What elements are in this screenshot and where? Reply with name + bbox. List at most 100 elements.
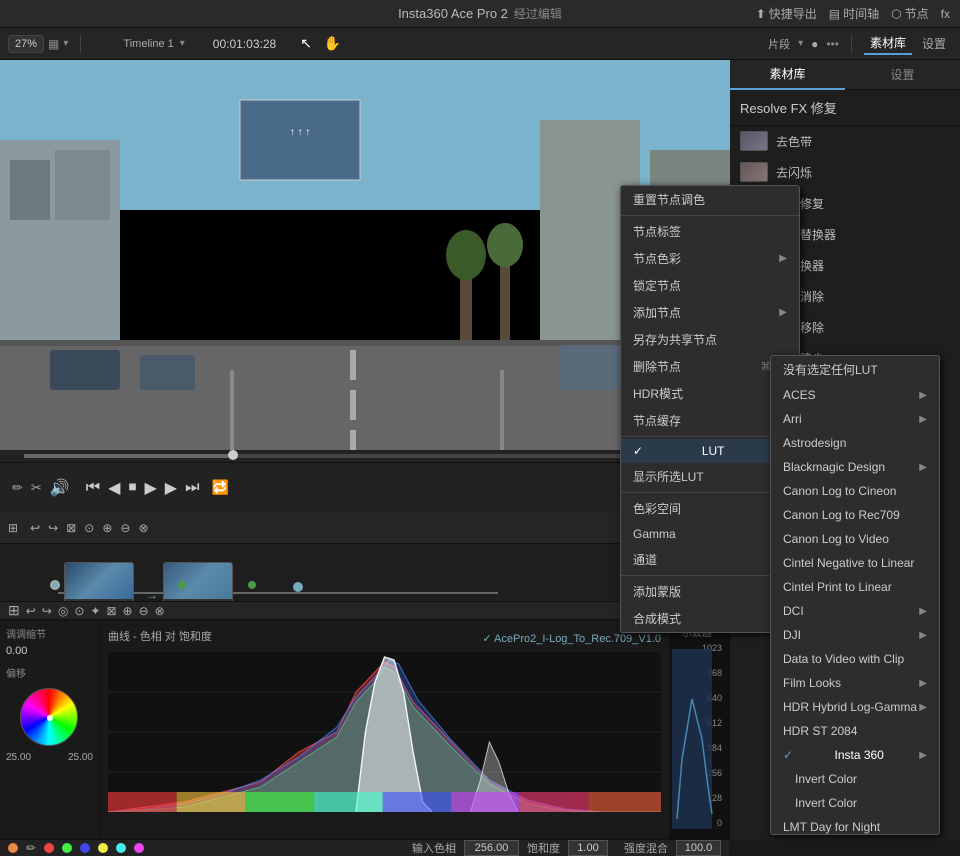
skip-back-icon[interactable]: ⏮ bbox=[86, 479, 100, 497]
color-tool-8[interactable]: ⊕ bbox=[123, 604, 133, 618]
export-button[interactable]: ⬆ 快捷导出 bbox=[756, 5, 817, 22]
fx-button[interactable]: fx bbox=[941, 7, 950, 21]
dot-red bbox=[44, 843, 54, 853]
stop-icon[interactable]: ⏹ bbox=[128, 479, 136, 497]
cm-node-label[interactable]: 节点标签 bbox=[621, 218, 799, 245]
node-tool-5[interactable]: ⊙ bbox=[84, 521, 94, 535]
waveform-scale: 1023 768 640 512 384 256 128 0 bbox=[672, 639, 727, 839]
tab-media-library[interactable]: 素材库 bbox=[730, 59, 845, 90]
color-tool-1[interactable]: ⊞ bbox=[8, 602, 20, 619]
color-wheel-container[interactable] bbox=[20, 688, 80, 748]
color-tool-7[interactable]: ⊠ bbox=[106, 604, 116, 618]
lut-hdr-st[interactable]: HDR ST 2084 bbox=[771, 719, 939, 743]
progress-track[interactable] bbox=[24, 454, 705, 458]
saturation-label: 饱和度 bbox=[527, 840, 560, 856]
color-tool-9[interactable]: ⊖ bbox=[139, 604, 149, 618]
lut-check-icon: ✓ bbox=[482, 633, 491, 645]
zoom-dropdown[interactable]: ▾ bbox=[63, 38, 68, 49]
node-input-dot bbox=[50, 580, 60, 590]
node-1[interactable]: 01 bbox=[64, 562, 134, 601]
audio-icon[interactable]: 🔊 bbox=[50, 478, 70, 498]
node-tool-1[interactable]: ⊞ bbox=[8, 521, 18, 535]
node-tool-8[interactable]: ⊗ bbox=[138, 521, 148, 535]
lut-aces[interactable]: ACES▶ bbox=[771, 383, 939, 407]
node-tool-7[interactable]: ⊖ bbox=[120, 521, 130, 535]
lut-lmt-day[interactable]: LMT Day for Night bbox=[771, 815, 939, 835]
fx-item-deflicker[interactable]: 去闪烁 bbox=[730, 157, 960, 188]
color-tool-2[interactable]: ↩ bbox=[26, 604, 36, 618]
histogram bbox=[108, 652, 661, 812]
node-arrow-1: → bbox=[146, 588, 158, 601]
cm-lock-node[interactable]: 锁定节点 bbox=[621, 272, 799, 299]
lut-canon-video[interactable]: Canon Log to Video bbox=[771, 527, 939, 551]
segment-dropdown[interactable]: ▾ bbox=[798, 38, 803, 49]
timeline-button[interactable]: ▤ 时间轴 bbox=[829, 5, 879, 22]
lut-dji[interactable]: DJI▶ bbox=[771, 623, 939, 647]
play-icon[interactable]: ▶ bbox=[144, 478, 156, 498]
lut-insta360[interactable]: Insta 360▶ bbox=[771, 743, 939, 767]
lut-checkbox[interactable]: ✓ AcePro2_I-Log_To_Rec.709_V1.0 bbox=[482, 632, 661, 645]
hand-tool[interactable]: ✋ bbox=[324, 35, 341, 52]
fx-item-deband[interactable]: 去色带 bbox=[730, 126, 960, 157]
saturation-value[interactable] bbox=[568, 840, 608, 856]
node-output-line bbox=[234, 592, 294, 594]
loop-icon[interactable]: 🔁 bbox=[212, 479, 229, 496]
node-tool-2[interactable]: ↩ bbox=[30, 521, 40, 535]
timeline-dropdown-icon[interactable]: ▾ bbox=[180, 38, 185, 49]
progress-thumb[interactable] bbox=[228, 450, 238, 460]
cm-save-shared[interactable]: 另存为共享节点 bbox=[621, 326, 799, 353]
color-tool-10[interactable]: ⊗ bbox=[155, 604, 165, 618]
lut-data-video[interactable]: Data to Video with Clip bbox=[771, 647, 939, 671]
tab-settings[interactable]: 设置 bbox=[916, 33, 952, 54]
lut-canon-rec709[interactable]: Canon Log to Rec709 bbox=[771, 503, 939, 527]
step-forward-icon[interactable]: ▶ bbox=[165, 478, 177, 498]
mix-value[interactable] bbox=[676, 840, 721, 856]
pencil-icon-2[interactable]: ✏ bbox=[26, 841, 36, 855]
lut-cintel-neg[interactable]: Cintel Negative to Linear bbox=[771, 551, 939, 575]
lut-astro[interactable]: Astrodesign bbox=[771, 431, 939, 455]
progress-fill bbox=[24, 454, 228, 458]
node-tool-4[interactable]: ⊠ bbox=[66, 521, 76, 535]
input-color-value[interactable] bbox=[464, 840, 519, 856]
segment-label: 片段 bbox=[768, 36, 790, 52]
lut-none[interactable]: 没有选定任何LUT bbox=[771, 356, 939, 383]
step-back-icon[interactable]: ◀ bbox=[108, 478, 120, 498]
skip-forward-icon[interactable]: ⏭ bbox=[185, 479, 199, 497]
lut-bmd[interactable]: Blackmagic Design▶ bbox=[771, 455, 939, 479]
color-tool-6[interactable]: ✦ bbox=[90, 604, 100, 618]
adjustment-label-1: 调调缩节 bbox=[6, 626, 93, 641]
node-2-label: 02. B bbox=[185, 599, 210, 601]
color-tool-5[interactable]: ⊙ bbox=[74, 604, 84, 618]
cm-add-node[interactable]: 添加节点▶ bbox=[621, 299, 799, 326]
node-2[interactable]: 02. B bbox=[163, 562, 233, 601]
color-tool-4[interactable]: ◎ bbox=[58, 604, 68, 618]
cm-sep-1 bbox=[621, 215, 799, 216]
color-tool-3[interactable]: ↪ bbox=[42, 604, 52, 618]
node-button[interactable]: ⬡ 节点 bbox=[891, 5, 929, 22]
tab-settings-panel[interactable]: 设置 bbox=[845, 60, 960, 89]
lut-invert-1[interactable]: Invert Color bbox=[771, 767, 939, 791]
node-tool-6[interactable]: ⊕ bbox=[102, 521, 112, 535]
blade-icon[interactable]: ✂ bbox=[31, 480, 42, 496]
select-tool[interactable]: ↖ bbox=[300, 35, 312, 52]
cm-lut-check: ✓ bbox=[633, 444, 643, 458]
cm-node-color[interactable]: 节点色彩▶ bbox=[621, 245, 799, 272]
wheel-center-dot bbox=[47, 715, 53, 721]
color-content: 调调缩节 0.00 偏移 25.00 25.00 bbox=[0, 620, 729, 839]
lut-dci[interactable]: DCI▶ bbox=[771, 599, 939, 623]
toolbar-more[interactable]: ••• bbox=[826, 37, 839, 51]
right-panel-tabs: 素材库 设置 bbox=[730, 60, 960, 90]
tab-media[interactable]: 素材库 bbox=[864, 32, 912, 55]
lut-film[interactable]: Film Looks▶ bbox=[771, 671, 939, 695]
zoom-value[interactable]: 27% bbox=[8, 35, 44, 53]
color-panel: ⊞ ↩ ↪ ◎ ⊙ ✦ ⊠ ⊕ ⊖ ⊗ 示波器 调调缩节 0.00 偏移 bbox=[0, 601, 729, 841]
node-tool-3[interactable]: ↪ bbox=[48, 521, 58, 535]
lut-cintel-print[interactable]: Cintel Print to Linear bbox=[771, 575, 939, 599]
adjustment-value: 0.00 bbox=[6, 645, 93, 657]
lut-hdr-hlg[interactable]: HDR Hybrid Log-Gamma▶ bbox=[771, 695, 939, 719]
lut-invert-2[interactable]: Invert Color bbox=[771, 791, 939, 815]
cm-reset-color[interactable]: 重置节点调色 bbox=[621, 186, 799, 213]
pencil-icon[interactable]: ✏ bbox=[12, 480, 23, 496]
lut-arri[interactable]: Arri▶ bbox=[771, 407, 939, 431]
lut-canon-cineon[interactable]: Canon Log to Cineon bbox=[771, 479, 939, 503]
